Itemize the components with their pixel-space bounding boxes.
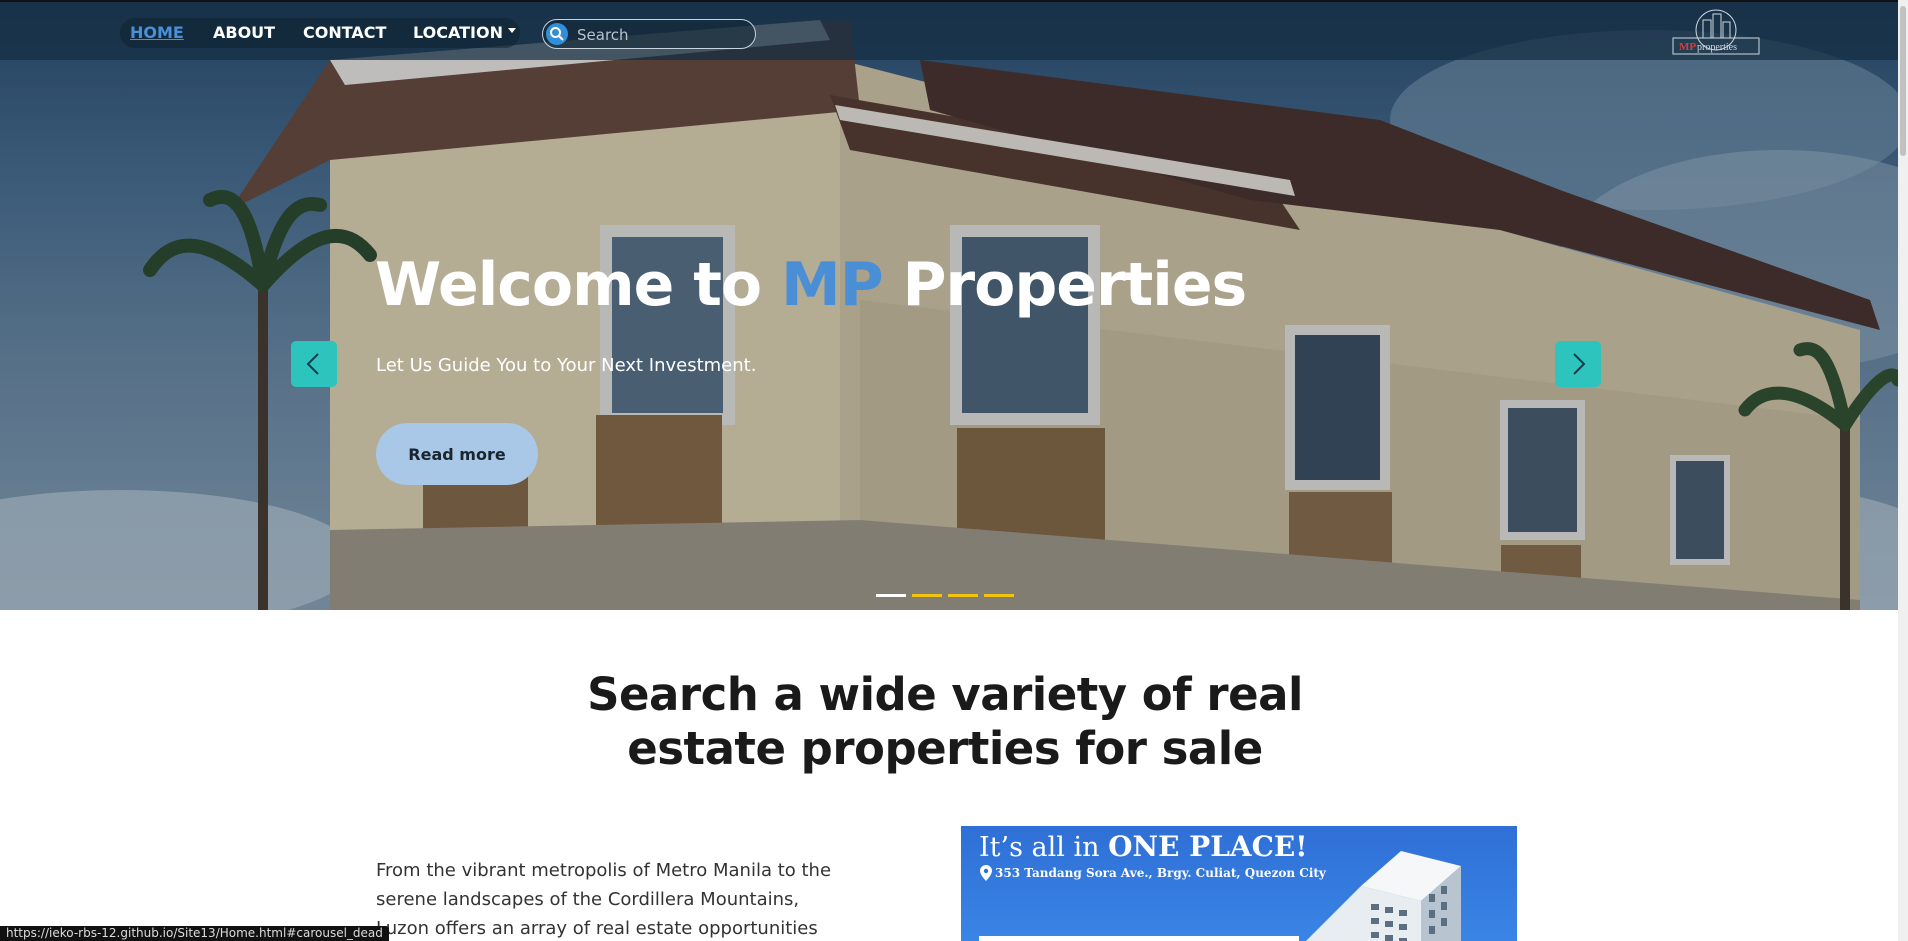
svg-text:MP: MP [1679,41,1696,53]
chevron-down-icon[interactable] [508,28,516,33]
hero-title: Welcome to MP Properties [375,250,1248,320]
svg-text:properties: properties [1697,42,1737,53]
promo-banner-image: It’s all in ONE PLACE! 353 Tandang Sora … [961,826,1517,941]
nav-home[interactable]: HOME [130,23,184,42]
top-navbar: HOME ABOUT CONTACT LOCATION MP propertie… [0,0,1898,60]
carousel-prev-button[interactable] [291,341,337,387]
link-status-bar: https://ieko-rbs-12.github.io/Site13/Hom… [0,926,389,941]
promo-headline-text: It’s all in [979,832,1109,863]
read-more-button[interactable]: Read more [376,423,538,485]
section-heading: Search a wide variety of real estate pro… [545,668,1345,776]
carousel-indicator-3[interactable] [948,594,978,597]
location-pin-icon [980,865,992,881]
section-heading-line1: Search a wide variety of real [587,668,1303,721]
chevron-right-icon [1573,353,1586,375]
hero-title-accent: MP [780,250,884,320]
page-scrollbar[interactable] [1898,0,1908,941]
intro-paragraph: From the vibrant metropolis of Metro Man… [376,860,832,939]
condo-building-image [1306,851,1461,941]
promo-white-strip [979,936,1299,941]
hero-carousel: Welcome to MP Properties Let Us Guide Yo… [0,0,1898,610]
carousel-indicator-1[interactable] [876,594,906,597]
search-bar [542,19,756,49]
nav-location[interactable]: LOCATION [413,23,503,42]
hero-title-text-end: Properties [882,250,1248,320]
search-icon[interactable] [546,23,568,45]
chevron-left-icon [306,353,319,375]
section-heading-line2: estate properties for sale [627,722,1263,775]
mp-properties-logo[interactable]: MP properties [1671,6,1761,58]
carousel-indicator-4[interactable] [984,594,1014,597]
page: Welcome to MP Properties Let Us Guide Yo… [0,0,1908,941]
promo-address: 353 Tandang Sora Ave., Brgy. Culiat, Que… [995,866,1326,880]
promo-headline-bold: ONE PLACE! [1108,830,1308,863]
nav-about[interactable]: ABOUT [213,23,275,42]
hero-subtitle: Let Us Guide You to Your Next Investment… [376,355,757,376]
hero-title-text: Welcome to [375,250,781,320]
carousel-next-button[interactable] [1555,341,1601,387]
carousel-indicator-2[interactable] [912,594,942,597]
scrollbar-thumb[interactable] [1900,6,1906,156]
search-input[interactable] [577,24,747,46]
promo-headline: It’s all in ONE PLACE! [979,830,1308,863]
nav-contact[interactable]: CONTACT [303,23,386,42]
